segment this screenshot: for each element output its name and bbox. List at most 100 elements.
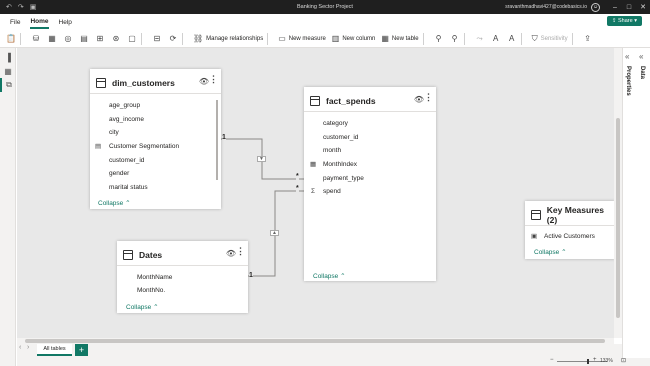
linguistic-icon[interactable]: A: [491, 34, 501, 43]
zoom-slider-knob[interactable]: [587, 359, 589, 364]
view-as-icon[interactable]: ⚲: [450, 34, 460, 43]
sensitivity-button[interactable]: ⛉ Sensitivity: [532, 34, 568, 44]
onelake-icon[interactable]: ◎: [63, 34, 73, 43]
tab-all-tables[interactable]: All tables: [37, 344, 72, 356]
properties-pane-tab[interactable]: Properties: [625, 66, 631, 96]
table-view-icon[interactable]: ▦: [0, 64, 16, 78]
field-item[interactable]: payment_type: [323, 175, 364, 182]
paste-icon[interactable]: 📋: [6, 34, 16, 43]
field-item[interactable]: MonthNo.: [137, 287, 165, 294]
enter-data-icon[interactable]: ⊞: [95, 34, 105, 43]
more-options-icon[interactable]: ⋮: [424, 93, 433, 102]
field-item[interactable]: month: [323, 147, 341, 154]
font-icon[interactable]: A: [507, 34, 517, 43]
measure-icon: ▭: [278, 34, 286, 43]
filter-direction-icon[interactable]: ▼: [257, 156, 266, 162]
report-view-icon[interactable]: ▐: [0, 50, 16, 64]
filter-direction-icon[interactable]: ▲: [270, 230, 279, 236]
data-pane-tab[interactable]: Data: [639, 66, 645, 79]
visibility-icon[interactable]: 👁: [199, 77, 209, 86]
field-item[interactable]: MonthIndex: [323, 161, 357, 168]
visibility-icon[interactable]: 👁: [414, 95, 424, 104]
new-measure-button[interactable]: ▭ New measure: [278, 34, 326, 43]
new-column-button[interactable]: ▥ New column: [332, 34, 376, 43]
dataverse-icon[interactable]: ⊛: [111, 34, 121, 43]
field-item[interactable]: customer_id: [323, 134, 358, 141]
field-item[interactable]: avg_income: [109, 116, 144, 123]
menu-home[interactable]: Home: [30, 16, 49, 29]
field-item[interactable]: customer_id: [109, 157, 144, 164]
recent-sources-icon[interactable]: ▢: [127, 34, 137, 43]
refresh-icon[interactable]: ⟳: [168, 34, 178, 43]
cardinality-many: *: [296, 185, 299, 192]
vertical-scrollbar[interactable]: [614, 48, 622, 338]
field-item[interactable]: category: [323, 120, 348, 127]
visibility-icon[interactable]: 👁: [226, 249, 236, 258]
scrollbar-thumb[interactable]: [25, 339, 605, 343]
collapse-label: Collapse: [126, 304, 152, 311]
field-item[interactable]: city: [109, 129, 119, 136]
share-button[interactable]: ⇪ Share ▾: [606, 16, 642, 26]
sql-icon[interactable]: ▤: [79, 34, 89, 43]
close-icon[interactable]: ✕: [636, 3, 650, 11]
new-table-button[interactable]: ▦ New table: [381, 34, 418, 43]
field-item[interactable]: MonthName: [137, 274, 172, 281]
collapse-link[interactable]: Collapse ⌃: [98, 199, 131, 207]
chevron-right-icon[interactable]: ›: [27, 344, 29, 351]
manage-roles-icon[interactable]: ⚲: [434, 34, 444, 43]
fit-to-page-icon[interactable]: ⊡: [621, 357, 626, 364]
add-layout-button[interactable]: +: [75, 344, 88, 356]
view-switcher: ▐ ▦ ⧉: [0, 48, 16, 366]
ribbon-divider: [20, 32, 21, 45]
chevron-up-icon: ⌃: [125, 200, 131, 207]
qa-icon[interactable]: ⤳: [475, 34, 485, 44]
sensitivity-icon: ⛉: [531, 33, 538, 43]
title-bar: ↶ ↷ ▣ Banking Sector Project sravanthmad…: [0, 0, 650, 14]
measure-icon: ▣: [531, 233, 538, 240]
field-item[interactable]: Customer Segmentation: [109, 143, 179, 150]
excel-icon[interactable]: ▦: [47, 34, 57, 43]
card-scrollbar[interactable]: [216, 100, 218, 180]
user-email: sravanthmadhavi427@codebasics.io: [505, 4, 587, 10]
collapse-link[interactable]: Collapse ⌃: [313, 272, 346, 280]
transform-icon[interactable]: ⊟: [152, 34, 162, 43]
table-card-dates[interactable]: Dates 👁 ⋮ MonthName MonthNo. Collapse ⌃: [117, 241, 248, 313]
collapse-link[interactable]: Collapse ⌃: [534, 248, 567, 256]
more-options-icon[interactable]: ⋮: [236, 247, 245, 256]
right-panel: « « Properties Data: [622, 48, 650, 366]
avatar[interactable]: ☺: [591, 2, 600, 12]
menu-file[interactable]: File: [10, 17, 20, 28]
ribbon-divider: [463, 32, 465, 45]
model-canvas[interactable]: ▼ ▲ 1 * * 1 dim_customers 👁 ⋮ age_group …: [17, 48, 615, 338]
field-item[interactable]: Active Customers: [544, 233, 595, 240]
field-item[interactable]: marital status: [109, 184, 148, 191]
field-item[interactable]: spend: [323, 188, 341, 195]
collapse-label: Collapse: [313, 273, 339, 280]
chevron-left-icon[interactable]: ‹: [19, 344, 21, 351]
publish-icon[interactable]: ⇪: [583, 34, 593, 43]
scrollbar-thumb[interactable]: [616, 118, 620, 318]
menu-help[interactable]: Help: [59, 17, 72, 28]
field-item[interactable]: gender: [109, 170, 129, 177]
ribbon-divider: [422, 32, 424, 45]
table-card-fact-spends[interactable]: fact_spends 👁 ⋮ category customer_id mon…: [304, 87, 436, 281]
model-view-icon[interactable]: ⧉: [0, 78, 16, 92]
get-data-icon[interactable]: ⛁: [31, 34, 41, 43]
chevron-left-icon[interactable]: «: [639, 52, 643, 61]
chevron-left-icon[interactable]: «: [625, 52, 629, 61]
table-name: fact_spends: [326, 95, 376, 106]
table-header: fact_spends 👁 ⋮: [304, 90, 436, 112]
zoom-out-icon[interactable]: −: [550, 357, 554, 363]
table-name: Key Measures (2): [546, 204, 604, 225]
maximize-icon[interactable]: □: [622, 4, 636, 11]
table-card-dim-customers[interactable]: dim_customers 👁 ⋮ age_group avg_income c…: [90, 69, 221, 209]
new-column-label: New column: [342, 35, 376, 42]
more-options-icon[interactable]: ⋮: [209, 75, 218, 84]
manage-relationships-button[interactable]: ⛓ Manage relationships: [193, 34, 263, 43]
field-item[interactable]: age_group: [109, 102, 140, 109]
collapse-link[interactable]: Collapse ⌃: [126, 303, 159, 311]
minimize-icon[interactable]: –: [608, 4, 622, 11]
table-card-key-measures[interactable]: Key Measures (2) ▣ Active Customers Coll…: [525, 201, 615, 259]
collapse-label: Collapse: [98, 200, 124, 207]
zoom-in-icon[interactable]: +: [593, 357, 597, 363]
